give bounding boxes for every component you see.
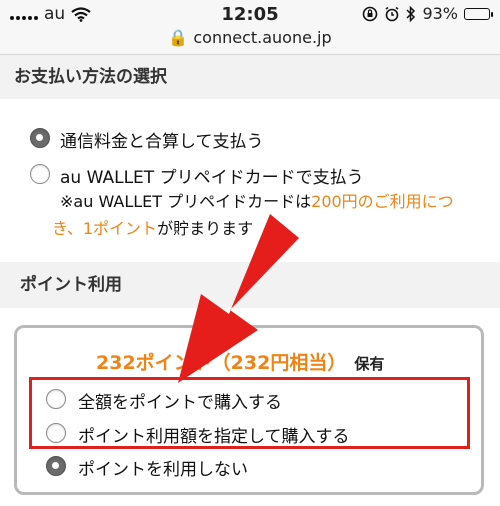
battery-percent: 93%: [422, 4, 458, 23]
alarm-icon: [385, 6, 399, 21]
points-balance: 232ポイント（232円相当） 保有: [96, 348, 384, 375]
note-line2-text: が貯まります: [157, 219, 254, 238]
note-line1-highlight: 200円のご利用につ: [311, 192, 454, 211]
note-line1-text: ※au WALLET プリペイドカードは: [60, 192, 312, 211]
option-no-points-label[interactable]: ポイントを利用しない: [78, 455, 248, 480]
url-text: connect.auone.jp: [193, 28, 332, 47]
radio-no-points[interactable]: [46, 456, 66, 476]
radio-carrier-billing[interactable]: [30, 128, 50, 148]
payment-section-header: お支払い方法の選択: [0, 55, 500, 99]
note-line2-highlight: き、1ポイント: [52, 219, 158, 238]
payment-section-title: お支払い方法の選択: [14, 67, 167, 87]
status-icons: 93%: [362, 4, 493, 23]
address-bar[interactable]: 🔒 connect.auone.jp: [0, 28, 500, 47]
au-wallet-note: ※au WALLET プリペイドカードは200円のご利用につ: [60, 188, 454, 215]
annotation-highlight-box: [29, 377, 470, 449]
points-amount: 232ポイント（232円相当）: [96, 352, 347, 374]
points-section-title: ポイント利用: [20, 275, 122, 295]
bluetooth-icon: [406, 5, 416, 22]
points-held-label: 保有: [354, 355, 385, 373]
lock-icon: 🔒: [168, 28, 189, 47]
au-wallet-note-line2: き、1ポイントが貯まります: [52, 215, 253, 242]
radio-au-wallet[interactable]: [30, 164, 50, 184]
rotation-lock-icon: [363, 6, 378, 21]
option-carrier-billing-label[interactable]: 通信料金と合算して支払う: [60, 127, 264, 152]
status-bar: au 12:05 93% 🔒 connect.auone.jp: [0, 0, 500, 55]
battery-icon: [464, 7, 493, 20]
points-section-header: ポイント利用: [0, 262, 500, 308]
option-au-wallet-label[interactable]: au WALLET プリペイドカードで支払う: [60, 163, 364, 188]
